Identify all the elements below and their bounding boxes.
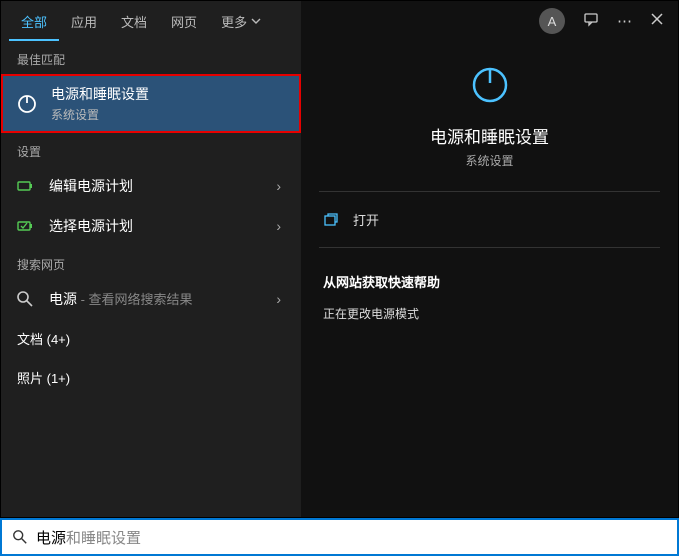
web-search-result[interactable]: 电源 - 查看网络搜索结果 › xyxy=(1,279,301,319)
tab-more[interactable]: 更多 xyxy=(209,2,273,41)
section-search-web: 搜索网页 xyxy=(1,246,301,279)
open-label: 打开 xyxy=(353,210,379,229)
power-icon-large xyxy=(466,61,514,109)
more-icon[interactable]: ⋯ xyxy=(617,12,632,30)
chevron-right-icon: › xyxy=(276,178,289,194)
more-photos[interactable]: 照片 (1+) xyxy=(1,358,301,397)
best-match-subtitle: 系统设置 xyxy=(51,106,149,123)
web-search-text: 电源 - 查看网络搜索结果 xyxy=(49,289,193,309)
open-action[interactable]: 打开 xyxy=(301,198,678,241)
power-icon xyxy=(15,92,39,116)
close-icon[interactable] xyxy=(650,12,664,30)
search-bar[interactable]: 电源和睡眠设置 xyxy=(0,518,679,556)
detail-title: 电源和睡眠设置 xyxy=(430,123,549,148)
more-docs[interactable]: 文档 (4+) xyxy=(1,319,301,358)
settings-result-choose-plan[interactable]: 选择电源计划 › xyxy=(1,206,301,246)
help-link[interactable]: 正在更改电源模式 xyxy=(323,305,656,322)
feedback-icon[interactable] xyxy=(583,11,599,31)
help-section: 从网站获取快速帮助 正在更改电源模式 xyxy=(301,254,678,340)
settings-item-title: 选择电源计划 xyxy=(49,216,133,236)
tab-web[interactable]: 网页 xyxy=(159,2,209,41)
detail-subtitle: 系统设置 xyxy=(465,152,513,169)
filter-tabs: 全部 应用 文档 网页 更多 xyxy=(1,1,301,41)
best-match-title: 电源和睡眠设置 xyxy=(51,84,149,104)
header-icons: A ⋯ xyxy=(301,1,678,41)
divider xyxy=(319,191,660,192)
help-title: 从网站获取快速帮助 xyxy=(323,272,656,291)
section-settings: 设置 xyxy=(1,133,301,166)
tab-apps[interactable]: 应用 xyxy=(59,2,109,41)
left-results-panel: 全部 应用 文档 网页 更多 最佳匹配 电源和睡眠设置 系统设置 xyxy=(1,1,301,517)
chevron-right-icon: › xyxy=(276,218,289,234)
search-input[interactable]: 电源和睡眠设置 xyxy=(36,527,667,548)
search-typed-text: 电源 xyxy=(36,530,66,547)
detail-hero: 电源和睡眠设置 系统设置 xyxy=(301,41,678,185)
search-icon xyxy=(13,287,37,311)
detail-panel: A ⋯ 电源和睡眠设置 系统设置 打开 xyxy=(301,1,678,517)
best-match-result[interactable]: 电源和睡眠设置 系统设置 xyxy=(1,74,301,133)
search-autocomplete-hint: 和睡眠设置 xyxy=(66,530,141,547)
tab-all[interactable]: 全部 xyxy=(9,2,59,41)
battery-edit-icon xyxy=(13,174,37,198)
settings-item-title: 编辑电源计划 xyxy=(49,176,133,196)
user-avatar[interactable]: A xyxy=(539,8,565,34)
chevron-right-icon: › xyxy=(276,291,289,307)
battery-choose-icon xyxy=(13,214,37,238)
divider xyxy=(319,247,660,248)
settings-result-edit-plan[interactable]: 编辑电源计划 › xyxy=(1,166,301,206)
open-icon xyxy=(323,212,339,228)
tab-docs[interactable]: 文档 xyxy=(109,2,159,41)
section-best-match: 最佳匹配 xyxy=(1,41,301,74)
search-icon xyxy=(12,529,28,545)
chevron-down-icon xyxy=(251,16,261,26)
